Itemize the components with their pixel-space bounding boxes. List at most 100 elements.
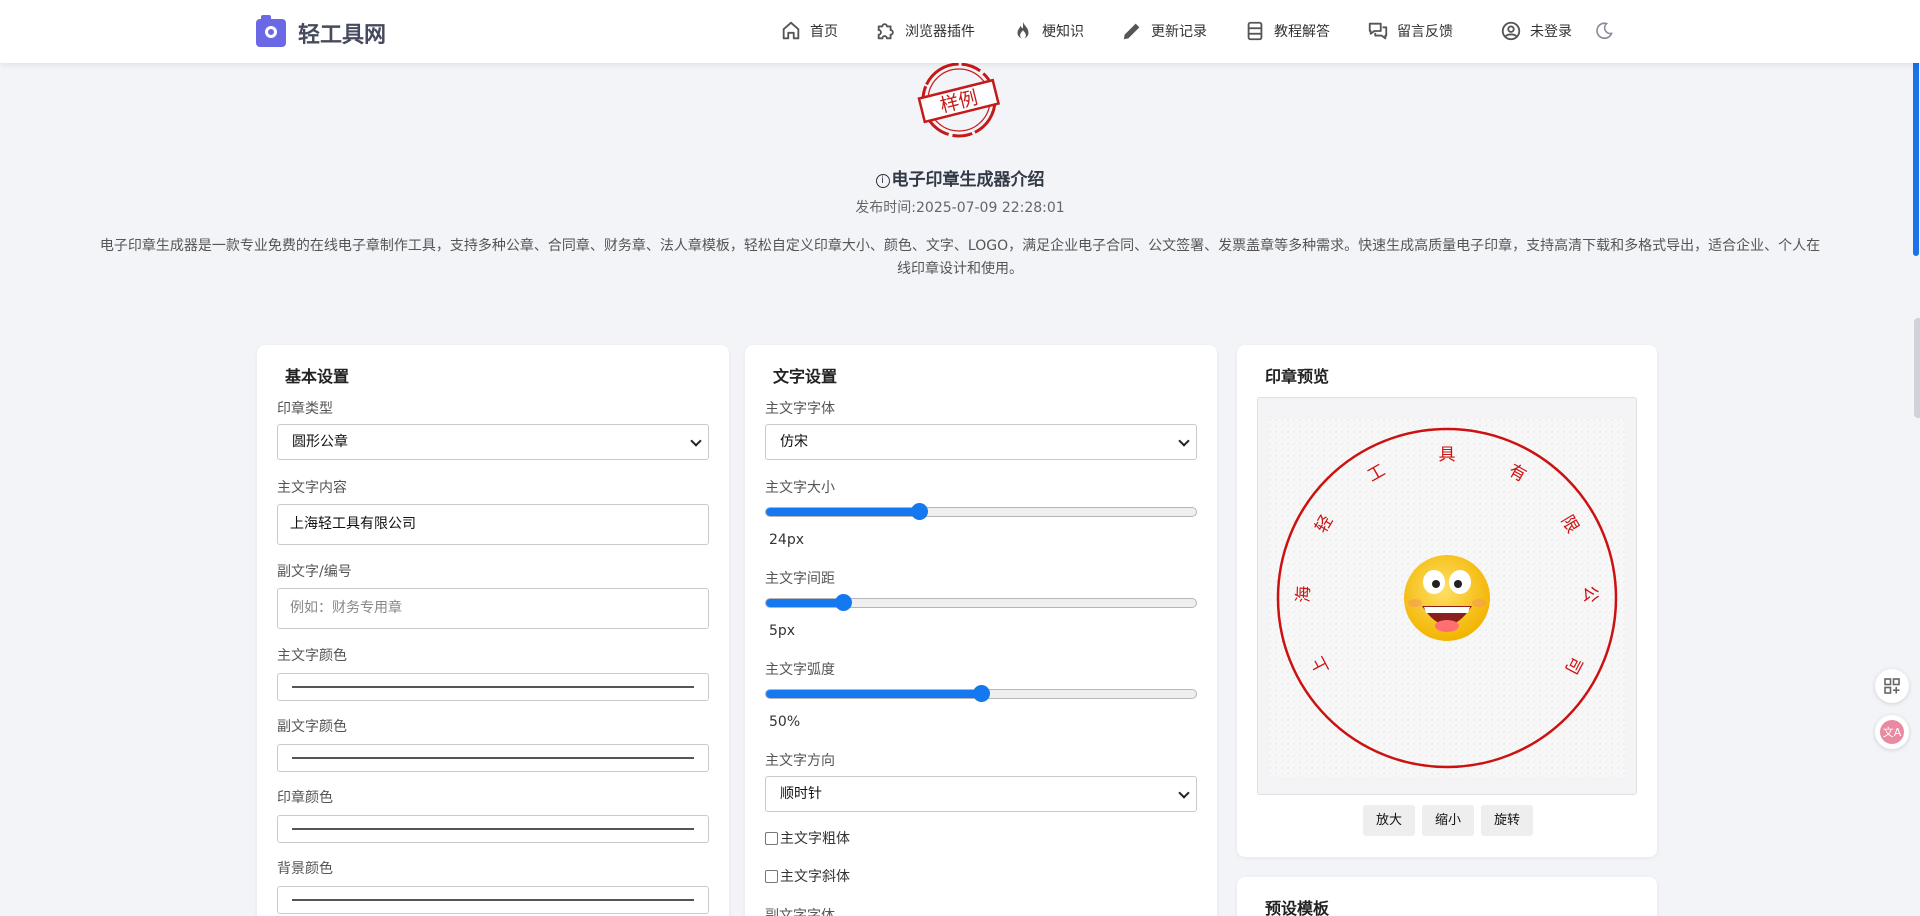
spacing-slider[interactable] bbox=[765, 594, 1197, 611]
main-text-label: 主文字内容 bbox=[277, 480, 347, 496]
preview-card: 印章预览 上海轻工具有限公司 放大 缩小 旋转 bbox=[1237, 345, 1657, 857]
nav-label: 浏览器插件 bbox=[905, 24, 975, 40]
stamp-color-picker[interactable] bbox=[277, 815, 709, 843]
sample-stamp-logo: 样例 bbox=[917, 62, 1001, 138]
zoom-out-button[interactable]: 缩小 bbox=[1422, 805, 1474, 836]
bg-color-picker[interactable] bbox=[277, 886, 709, 914]
site-logo[interactable]: 轻工具网 bbox=[256, 15, 387, 49]
list-icon bbox=[1247, 21, 1263, 41]
chat-icon bbox=[1368, 22, 1388, 40]
intro-description: 电子印章生成器是一款专业免费的在线电子章制作工具，支持多种公章、合同章、财务章、… bbox=[99, 238, 1821, 277]
puzzle-icon bbox=[877, 23, 894, 40]
main-nav: 首页 浏览器插件 梗知识 更新记录 教程解答 留言反馈 未登录 bbox=[780, 20, 1614, 42]
card-title: 基本设置 bbox=[285, 367, 350, 386]
page-title-text: 电子印章生成器介绍 bbox=[891, 170, 1045, 190]
checkbox-label: 主文字粗体 bbox=[780, 831, 850, 847]
arc-slider[interactable] bbox=[765, 685, 1197, 702]
sub-color-label: 副文字颜色 bbox=[277, 719, 347, 735]
nav-label: 更新记录 bbox=[1151, 24, 1207, 40]
arc-label: 主文字弧度 bbox=[765, 662, 835, 678]
spacing-value: 5px bbox=[769, 623, 796, 639]
slider-thumb[interactable] bbox=[910, 503, 928, 520]
main-color-picker[interactable] bbox=[277, 673, 709, 701]
nav-item-plugins[interactable]: 浏览器插件 bbox=[875, 20, 975, 42]
font-label: 主文字字体 bbox=[765, 401, 835, 417]
emoji-logo-icon bbox=[1404, 555, 1490, 641]
page-title: i 电子印章生成器介绍 bbox=[0, 165, 1920, 190]
info-icon: i bbox=[875, 174, 890, 188]
basic-settings-card: 基本设置 印章类型 圆形公章 主文字内容 上海轻工具有限公司 副文字/编号 例如… bbox=[257, 345, 729, 916]
nav-label: 留言反馈 bbox=[1397, 24, 1453, 40]
slider-thumb[interactable] bbox=[973, 685, 990, 702]
stamp-type-select[interactable]: 圆形公章 bbox=[277, 424, 709, 460]
stamp-char: 具 bbox=[1439, 445, 1456, 465]
nav-item-tutorials[interactable]: 教程解答 bbox=[1244, 20, 1330, 42]
card-title: 文字设置 bbox=[773, 367, 838, 386]
login-label: 未登录 bbox=[1530, 24, 1572, 40]
bold-checkbox[interactable]: 主文字粗体 bbox=[765, 828, 850, 848]
slider-thumb[interactable] bbox=[835, 594, 853, 611]
stamp-preview-area: 上海轻工具有限公司 bbox=[1257, 397, 1637, 795]
nav-label: 教程解答 bbox=[1274, 24, 1330, 40]
main-color-label: 主文字颜色 bbox=[277, 648, 347, 664]
sub-font-label: 副文字字体 bbox=[765, 908, 835, 916]
nav-item-memes[interactable]: 梗知识 bbox=[1012, 20, 1084, 42]
home-icon bbox=[782, 21, 800, 40]
apps-float-button[interactable] bbox=[1875, 669, 1909, 703]
fire-icon bbox=[1017, 21, 1029, 39]
checkbox-box[interactable] bbox=[765, 869, 778, 883]
login-button[interactable]: 未登录 bbox=[1500, 20, 1572, 42]
sub-text-input[interactable]: 例如：财务专用章 bbox=[277, 588, 709, 629]
font-size-slider[interactable] bbox=[765, 503, 1197, 520]
rotate-button[interactable]: 旋转 bbox=[1481, 805, 1533, 836]
pencil-icon bbox=[1123, 23, 1140, 40]
main-text-input[interactable]: 上海轻工具有限公司 bbox=[277, 504, 709, 545]
card-title: 印章预览 bbox=[1265, 367, 1330, 386]
stamp-preview-canvas: 上海轻工具有限公司 bbox=[1269, 419, 1625, 777]
page-scrollbar[interactable] bbox=[1912, 0, 1920, 916]
svg-text:文A: 文A bbox=[1883, 725, 1902, 739]
moon-icon[interactable] bbox=[1594, 21, 1614, 41]
nav-item-home[interactable]: 首页 bbox=[780, 20, 838, 42]
nav-label: 梗知识 bbox=[1042, 24, 1084, 40]
checkbox-box[interactable] bbox=[765, 831, 778, 845]
font-select[interactable]: 仿宋 bbox=[765, 424, 1197, 460]
stamp-color-label: 印章颜色 bbox=[277, 790, 333, 806]
stamp-char: 公 bbox=[1580, 586, 1600, 604]
zoom-in-button[interactable]: 放大 bbox=[1363, 805, 1415, 836]
sub-color-picker[interactable] bbox=[277, 744, 709, 772]
logo-folder-icon bbox=[256, 15, 286, 47]
checkbox-label: 主文字斜体 bbox=[780, 869, 850, 885]
spacing-label: 主文字间距 bbox=[765, 571, 835, 587]
templates-card: 预设模板 bbox=[1237, 877, 1657, 916]
nav-label: 首页 bbox=[810, 24, 838, 40]
direction-label: 主文字方向 bbox=[765, 753, 835, 769]
size-label: 主文字大小 bbox=[765, 480, 835, 496]
nav-item-feedback[interactable]: 留言反馈 bbox=[1367, 20, 1453, 42]
direction-select[interactable]: 顺时针 bbox=[765, 776, 1197, 812]
text-settings-card: 文字设置 主文字字体 仿宋 主文字大小 24px 主文字间距 5px 主文字弧度… bbox=[745, 345, 1217, 916]
top-header: 轻工具网 首页 浏览器插件 梗知识 更新记录 教程解答 留言反馈 未登录 bbox=[0, 0, 1920, 63]
user-circle-icon bbox=[1501, 21, 1521, 41]
stamp-char: 海 bbox=[1294, 586, 1314, 604]
nav-item-changelog[interactable]: 更新记录 bbox=[1121, 20, 1207, 42]
side-panel-tab[interactable] bbox=[1914, 318, 1920, 418]
select-value: 仿宋 bbox=[780, 434, 808, 450]
publish-time: 发布时间:2025-07-09 22:28:01 bbox=[855, 200, 1065, 216]
chevron-down-icon bbox=[1178, 435, 1190, 447]
translate-float-button[interactable]: 文A bbox=[1875, 715, 1909, 749]
apps-grid-icon bbox=[1884, 678, 1900, 694]
select-value: 顺时针 bbox=[780, 786, 822, 802]
chevron-down-icon bbox=[1178, 787, 1190, 799]
translate-icon: 文A bbox=[1880, 720, 1904, 744]
arc-value: 50% bbox=[769, 714, 801, 730]
sub-text-label: 副文字/编号 bbox=[277, 564, 352, 580]
bg-color-label: 背景颜色 bbox=[277, 861, 333, 877]
stamp-type-label: 印章类型 bbox=[277, 401, 333, 417]
card-title: 预设模板 bbox=[1265, 899, 1330, 916]
italic-checkbox[interactable]: 主文字斜体 bbox=[765, 866, 850, 886]
site-name: 轻工具网 bbox=[298, 23, 387, 48]
chevron-down-icon bbox=[690, 435, 702, 447]
select-value: 圆形公章 bbox=[292, 434, 348, 450]
font-size-value: 24px bbox=[769, 532, 804, 548]
